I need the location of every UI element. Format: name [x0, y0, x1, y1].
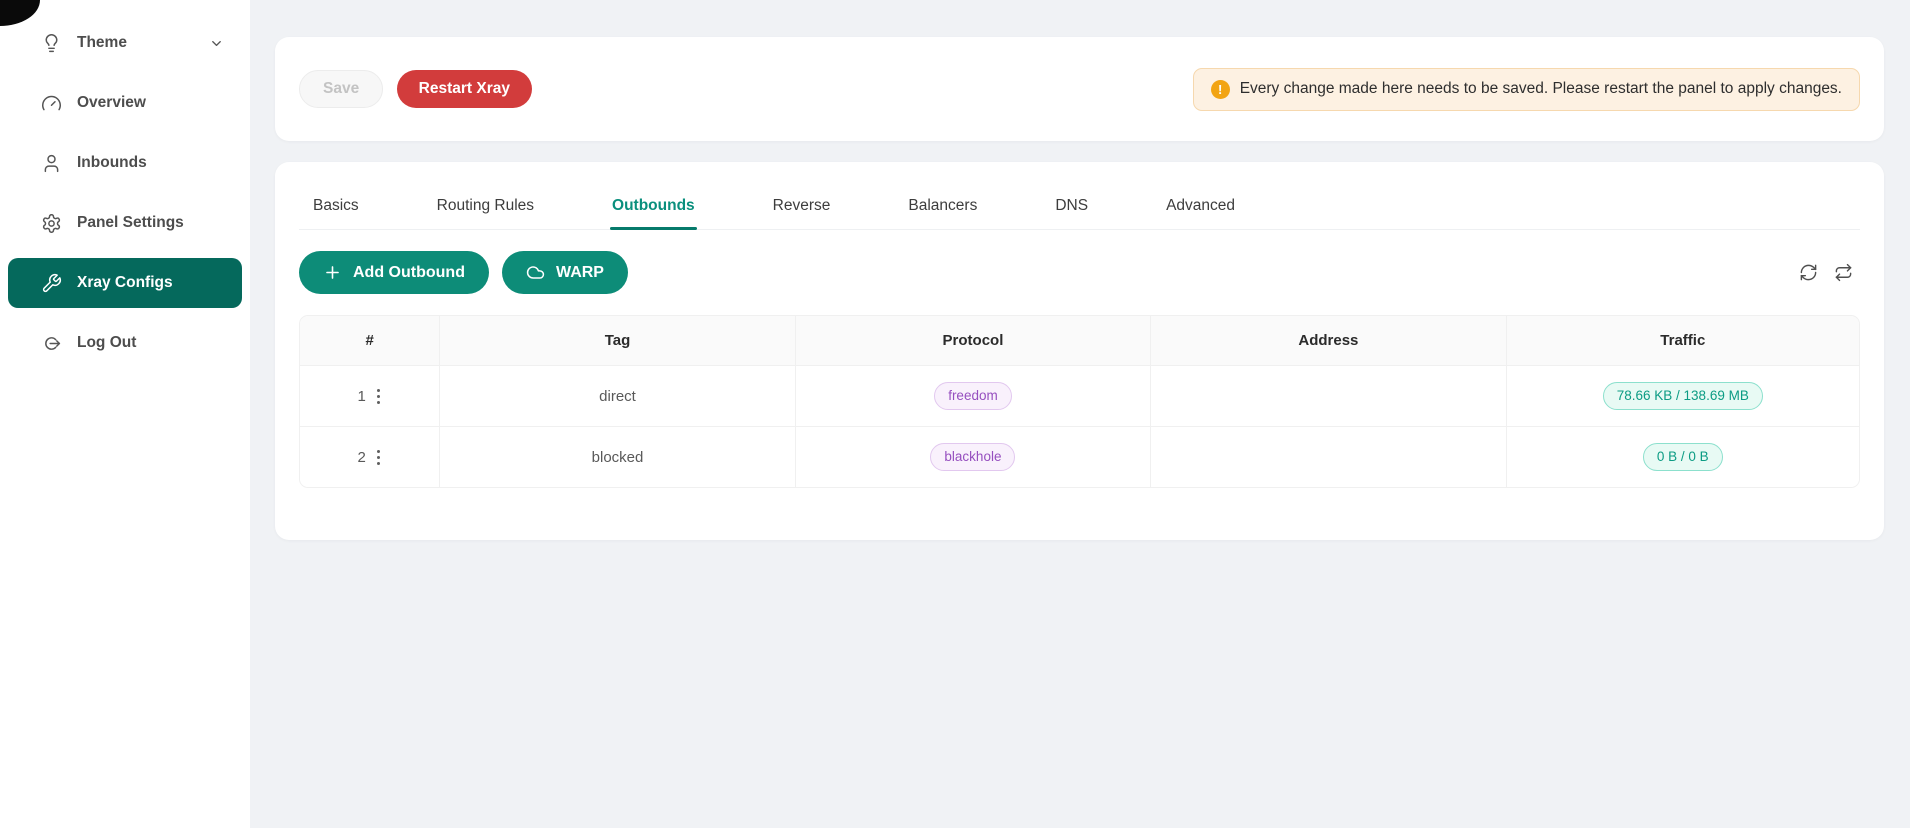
gear-icon	[40, 212, 62, 234]
add-outbound-button[interactable]: Add Outbound	[299, 251, 489, 294]
row-index-cell: 2	[300, 427, 440, 487]
row-address-cell	[1151, 366, 1506, 427]
tab-basics[interactable]: Basics	[311, 184, 361, 229]
row-traffic-cell: 0 B / 0 B	[1507, 427, 1859, 487]
row-tag-cell: direct	[440, 366, 795, 427]
repeat-icon[interactable]	[1834, 263, 1854, 283]
row-menu-icon[interactable]	[375, 387, 382, 406]
sidebar-item-label: Overview	[77, 94, 146, 112]
protocol-badge: blackhole	[930, 443, 1015, 471]
column-header-index: #	[300, 316, 440, 366]
warning-alert: ! Every change made here needs to be sav…	[1193, 68, 1860, 111]
sidebar-item-label: Inbounds	[77, 154, 147, 172]
sidebar-item-label: Log Out	[77, 334, 136, 352]
sidebar-item-xray-configs[interactable]: Xray Configs	[8, 258, 242, 308]
row-menu-icon[interactable]	[375, 448, 382, 467]
sidebar-item-log-out[interactable]: Log Out	[8, 318, 242, 368]
table-row: 1 direct freedom 78.66 KB / 138.69 MB	[300, 366, 1859, 427]
table-header-row: # Tag Protocol Address Traffic	[300, 316, 1859, 366]
chevron-down-icon[interactable]	[209, 36, 224, 51]
warning-icon: !	[1211, 80, 1230, 99]
wrench-icon	[40, 272, 62, 294]
row-index: 2	[357, 449, 365, 466]
toolbar-buttons: Save Restart Xray	[299, 70, 532, 108]
tab-balancers[interactable]: Balancers	[906, 184, 979, 229]
column-header-protocol: Protocol	[796, 316, 1151, 366]
outbounds-table: # Tag Protocol Address Traffic 1	[299, 315, 1860, 488]
refresh-icon[interactable]	[1799, 263, 1819, 283]
row-tag-cell: blocked	[440, 427, 795, 487]
sidebar-item-overview[interactable]: Overview	[8, 78, 242, 128]
traffic-badge: 78.66 KB / 138.69 MB	[1603, 382, 1763, 410]
column-header-tag: Tag	[440, 316, 795, 366]
sidebar-item-theme[interactable]: Theme	[8, 18, 242, 68]
sidebar-item-label: Xray Configs	[77, 274, 173, 292]
table-toolbar-icons	[1799, 263, 1860, 283]
sidebar-item-panel-settings[interactable]: Panel Settings	[8, 198, 242, 248]
save-toolbar-card: Save Restart Xray ! Every change made he…	[275, 37, 1884, 141]
sidebar-item-inbounds[interactable]: Inbounds	[8, 138, 242, 188]
logout-icon	[40, 332, 62, 354]
row-traffic-cell: 78.66 KB / 138.69 MB	[1507, 366, 1859, 427]
row-address-cell	[1151, 427, 1506, 487]
xray-config-card: Basics Routing Rules Outbounds Reverse B…	[275, 162, 1884, 540]
row-index: 1	[357, 388, 365, 405]
user-icon	[40, 152, 62, 174]
traffic-badge: 0 B / 0 B	[1643, 443, 1723, 471]
tab-routing-rules[interactable]: Routing Rules	[435, 184, 536, 229]
save-button[interactable]: Save	[299, 70, 383, 108]
tab-advanced[interactable]: Advanced	[1164, 184, 1237, 229]
gauge-icon	[40, 92, 62, 114]
cloud-icon	[526, 263, 545, 282]
main-content: Save Restart Xray ! Every change made he…	[250, 0, 1910, 828]
tab-outbounds[interactable]: Outbounds	[610, 184, 697, 229]
column-header-traffic: Traffic	[1507, 316, 1859, 366]
protocol-badge: freedom	[934, 382, 1012, 410]
restart-xray-button[interactable]: Restart Xray	[397, 70, 532, 108]
row-protocol-cell: blackhole	[796, 427, 1151, 487]
bulb-icon	[40, 32, 62, 54]
sidebar: Theme Overview Inbounds Panel Settings	[0, 0, 250, 828]
config-tabs: Basics Routing Rules Outbounds Reverse B…	[299, 184, 1860, 230]
warp-button[interactable]: WARP	[502, 251, 628, 294]
sidebar-item-label: Theme	[77, 34, 127, 52]
outbounds-actions-row: Add Outbound WARP	[299, 251, 1860, 294]
sidebar-nav: Theme Overview Inbounds Panel Settings	[0, 0, 250, 368]
row-index-cell: 1	[300, 366, 440, 427]
column-header-address: Address	[1151, 316, 1506, 366]
warning-alert-text: Every change made here needs to be saved…	[1240, 80, 1842, 98]
tab-reverse[interactable]: Reverse	[771, 184, 833, 229]
row-protocol-cell: freedom	[796, 366, 1151, 427]
sidebar-item-label: Panel Settings	[77, 214, 184, 232]
plus-icon	[323, 263, 342, 282]
tab-dns[interactable]: DNS	[1053, 184, 1090, 229]
table-row: 2 blocked blackhole 0 B / 0 B	[300, 427, 1859, 487]
